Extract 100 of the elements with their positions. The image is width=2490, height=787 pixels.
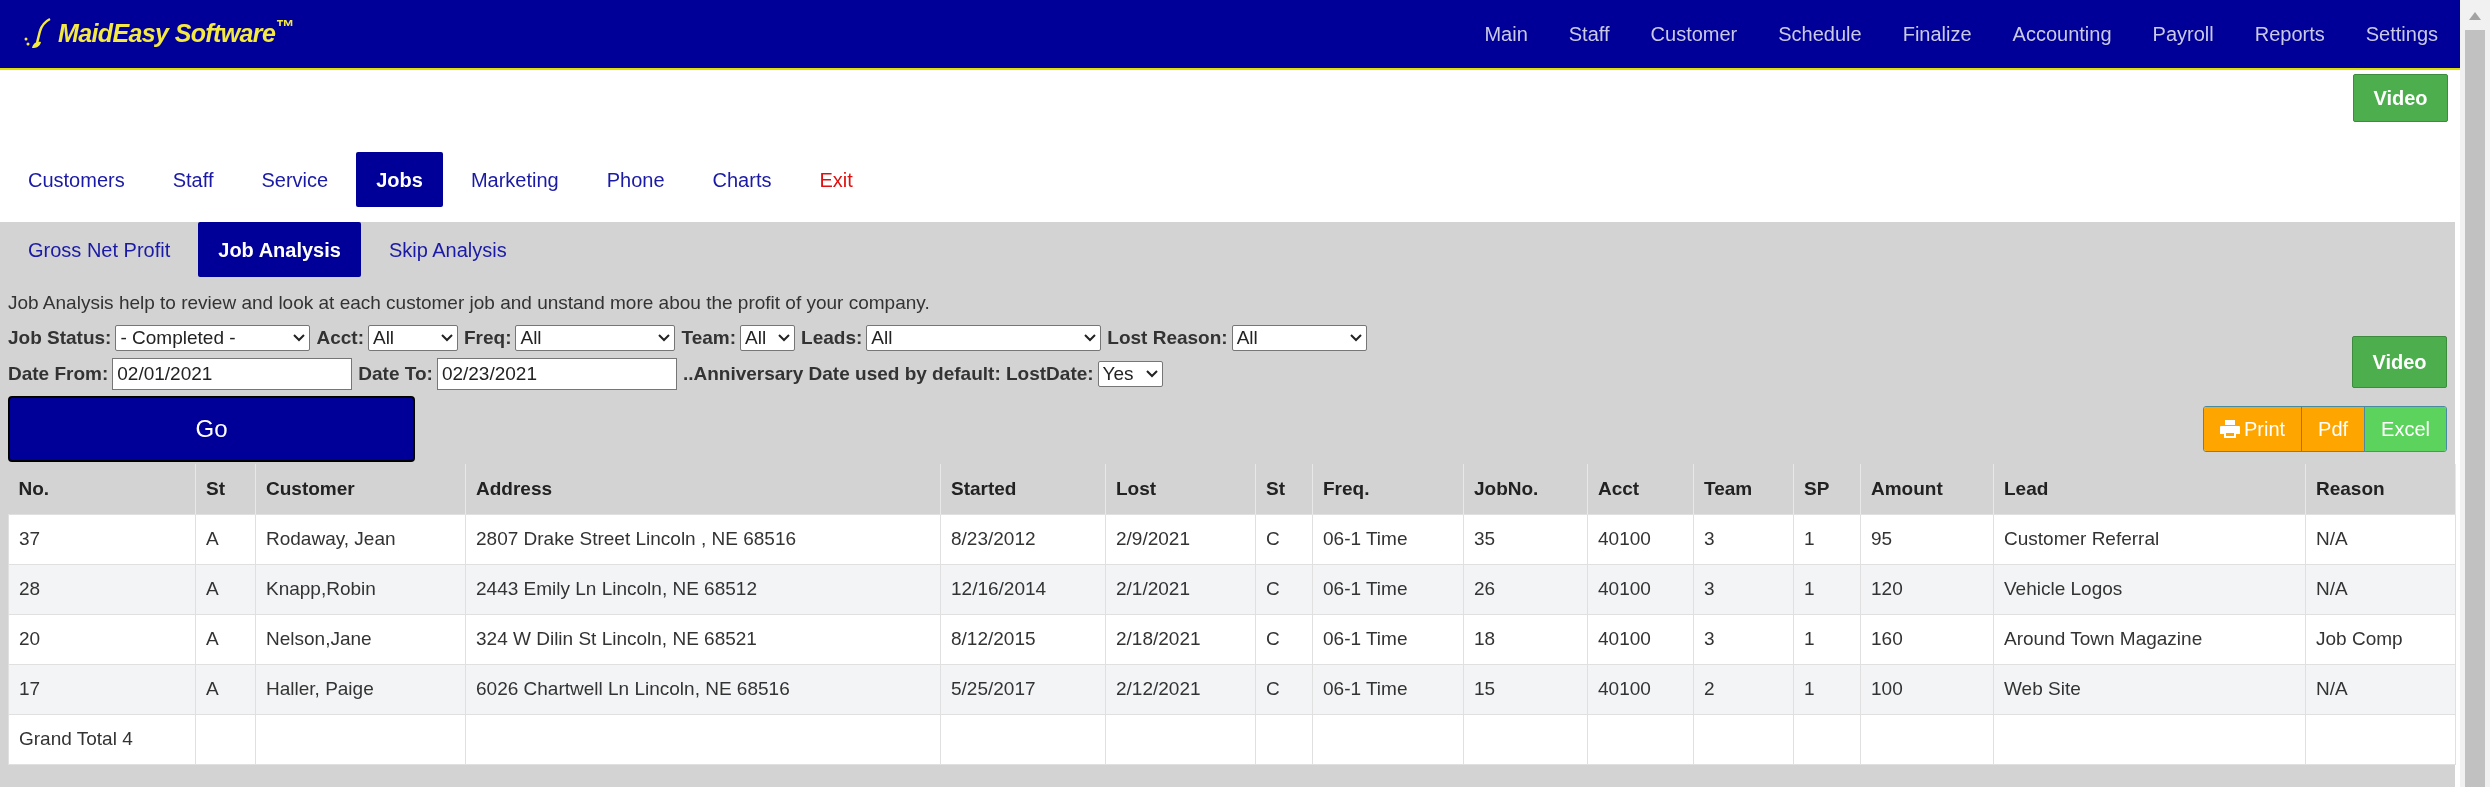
date-input[interactable]: 02/23/2021 (436, 358, 677, 390)
chevron-down-icon (1349, 333, 1362, 342)
dropdown[interactable]: All (367, 324, 458, 351)
column-header: St (1255, 464, 1313, 514)
nav-link[interactable]: Settings (2365, 19, 2438, 49)
table-cell: 2443 Emily Ln Lincoln, NE 68512 (465, 564, 941, 614)
table-cell: N/A (2305, 514, 2456, 564)
table-cell: Customer Referral (1993, 514, 2306, 564)
table-cell: 3 (1693, 614, 1794, 664)
column-header: Amount (1860, 464, 1994, 514)
table-cell: N/A (2305, 564, 2456, 614)
chevron-down-icon (440, 333, 453, 342)
table-cell: 20 (8, 614, 196, 664)
field-label: Lost Reason: (1107, 325, 1228, 350)
dropdown[interactable]: All (1231, 324, 1367, 351)
tab[interactable]: Charts (692, 152, 792, 207)
table-cell: Rodaway, Jean (255, 514, 466, 564)
table-cell: 8/23/2012 (940, 514, 1106, 564)
description-text: Job Analysis help to review and look at each customer job and unstand more abou the profit of your company. (8, 291, 931, 315)
table-cell: Around Town Magazine (1993, 614, 2306, 664)
nav-link[interactable]: Customer (1650, 19, 1738, 49)
field-label: Acct: (316, 325, 364, 350)
table-cell: 1 (1793, 664, 1861, 714)
table-cell: A (195, 664, 256, 714)
nav-link[interactable]: Schedule (1778, 19, 1862, 49)
nav-link[interactable]: Staff (1568, 19, 1610, 49)
dropdown[interactable]: All (740, 324, 796, 351)
tab[interactable]: Service (241, 152, 349, 207)
nav-link[interactable]: Payroll (2152, 19, 2214, 49)
table-cell: 1 (1793, 564, 1861, 614)
chevron-down-icon (1084, 333, 1097, 342)
table-cell: 35 (1463, 514, 1588, 564)
table-cell: 06-1 Time (1312, 564, 1464, 614)
nav-link[interactable]: Reports (2254, 19, 2325, 49)
table-cell: C (1255, 564, 1313, 614)
table-cell: 2/1/2021 (1105, 564, 1256, 614)
date-input[interactable]: 02/01/2021 (112, 358, 353, 390)
table-cell: 28 (8, 564, 196, 614)
table-cell: Haller, Paige (255, 664, 466, 714)
app-logo: MaidEasy Software$^{™}$ (58, 15, 294, 50)
table-cell: 8/12/2015 (940, 614, 1106, 664)
table-cell: 160 (1860, 614, 1994, 664)
column-header: Customer (255, 464, 466, 514)
tab[interactable]: Marketing (450, 152, 579, 207)
table-cell: 06-1 Time (1312, 664, 1464, 714)
table-cell: Vehicle Logos (1993, 564, 2306, 614)
column-header: SP (1793, 464, 1861, 514)
table-cell: 6026 Chartwell Ln Lincoln, NE 68516 (465, 664, 941, 714)
sub-tab[interactable]: Skip Analysis (368, 222, 527, 277)
field-label: ..Anniversary Date used by default: LostDate: (682, 361, 1094, 386)
table-cell: 06-1 Time (1312, 614, 1464, 664)
column-header: Acct (1587, 464, 1694, 514)
tab[interactable]: Jobs (356, 152, 443, 207)
sub-tab[interactable]: Job Analysis (198, 222, 361, 277)
table-cell: 40100 (1587, 664, 1694, 714)
tab[interactable]: Staff (152, 152, 234, 207)
column-header: Address (465, 464, 941, 514)
nav-link[interactable]: Finalize (1902, 19, 1972, 49)
field-label: Job Status: (8, 325, 112, 350)
table-cell: 2807 Drake Street Lincoln , NE 68516 (465, 514, 941, 564)
table-cell: 2 (1693, 664, 1794, 714)
table-cell: 3 (1693, 514, 1794, 564)
table-cell: A (195, 564, 256, 614)
table-cell: 2/12/2021 (1105, 664, 1256, 714)
go-button[interactable]: Go (8, 396, 415, 462)
dropdown[interactable]: All (515, 324, 676, 351)
table-cell: N/A (2305, 664, 2456, 714)
table-cell: 100 (1860, 664, 1994, 714)
column-header: Lost (1105, 464, 1256, 514)
table-cell: 40100 (1587, 514, 1694, 564)
nav-link[interactable]: Main (1484, 19, 1528, 49)
dropdown[interactable]: All (866, 324, 1102, 351)
column-header: Lead (1993, 464, 2306, 514)
table-cell: 324 W Dilin St Lincoln, NE 68521 (465, 614, 941, 664)
chevron-down-icon (293, 333, 306, 342)
dropdown[interactable]: Yes (1097, 361, 1163, 387)
table-cell: A (195, 614, 256, 664)
table-cell: 5/25/2017 (940, 664, 1106, 714)
table-cell: Web Site (1993, 664, 2306, 714)
column-header: JobNo. (1463, 464, 1588, 514)
table-cell: 95 (1860, 514, 1994, 564)
table-cell: 2/18/2021 (1105, 614, 1256, 664)
table-cell: C (1255, 614, 1313, 664)
table-cell: Nelson,Jane (255, 614, 466, 664)
scrollbar[interactable] (2460, 0, 2490, 787)
table-cell: C (1255, 514, 1313, 564)
table-cell: 12/16/2014 (940, 564, 1106, 614)
tab[interactable]: Customers (8, 152, 145, 207)
field-label: Team: (681, 325, 737, 350)
column-header: Freq. (1312, 464, 1464, 514)
nav-link[interactable]: Accounting (2012, 19, 2112, 49)
dropdown[interactable]: - Completed - (115, 324, 311, 351)
table-cell: 15 (1463, 664, 1588, 714)
tab[interactable]: Phone (586, 152, 685, 207)
table-cell: 18 (1463, 614, 1588, 664)
column-header: Team (1693, 464, 1794, 514)
tab[interactable]: Exit (799, 152, 873, 207)
sub-tab[interactable]: Gross Net Profit (8, 222, 191, 277)
table-cell: 40100 (1587, 564, 1694, 614)
table-cell: C (1255, 664, 1313, 714)
